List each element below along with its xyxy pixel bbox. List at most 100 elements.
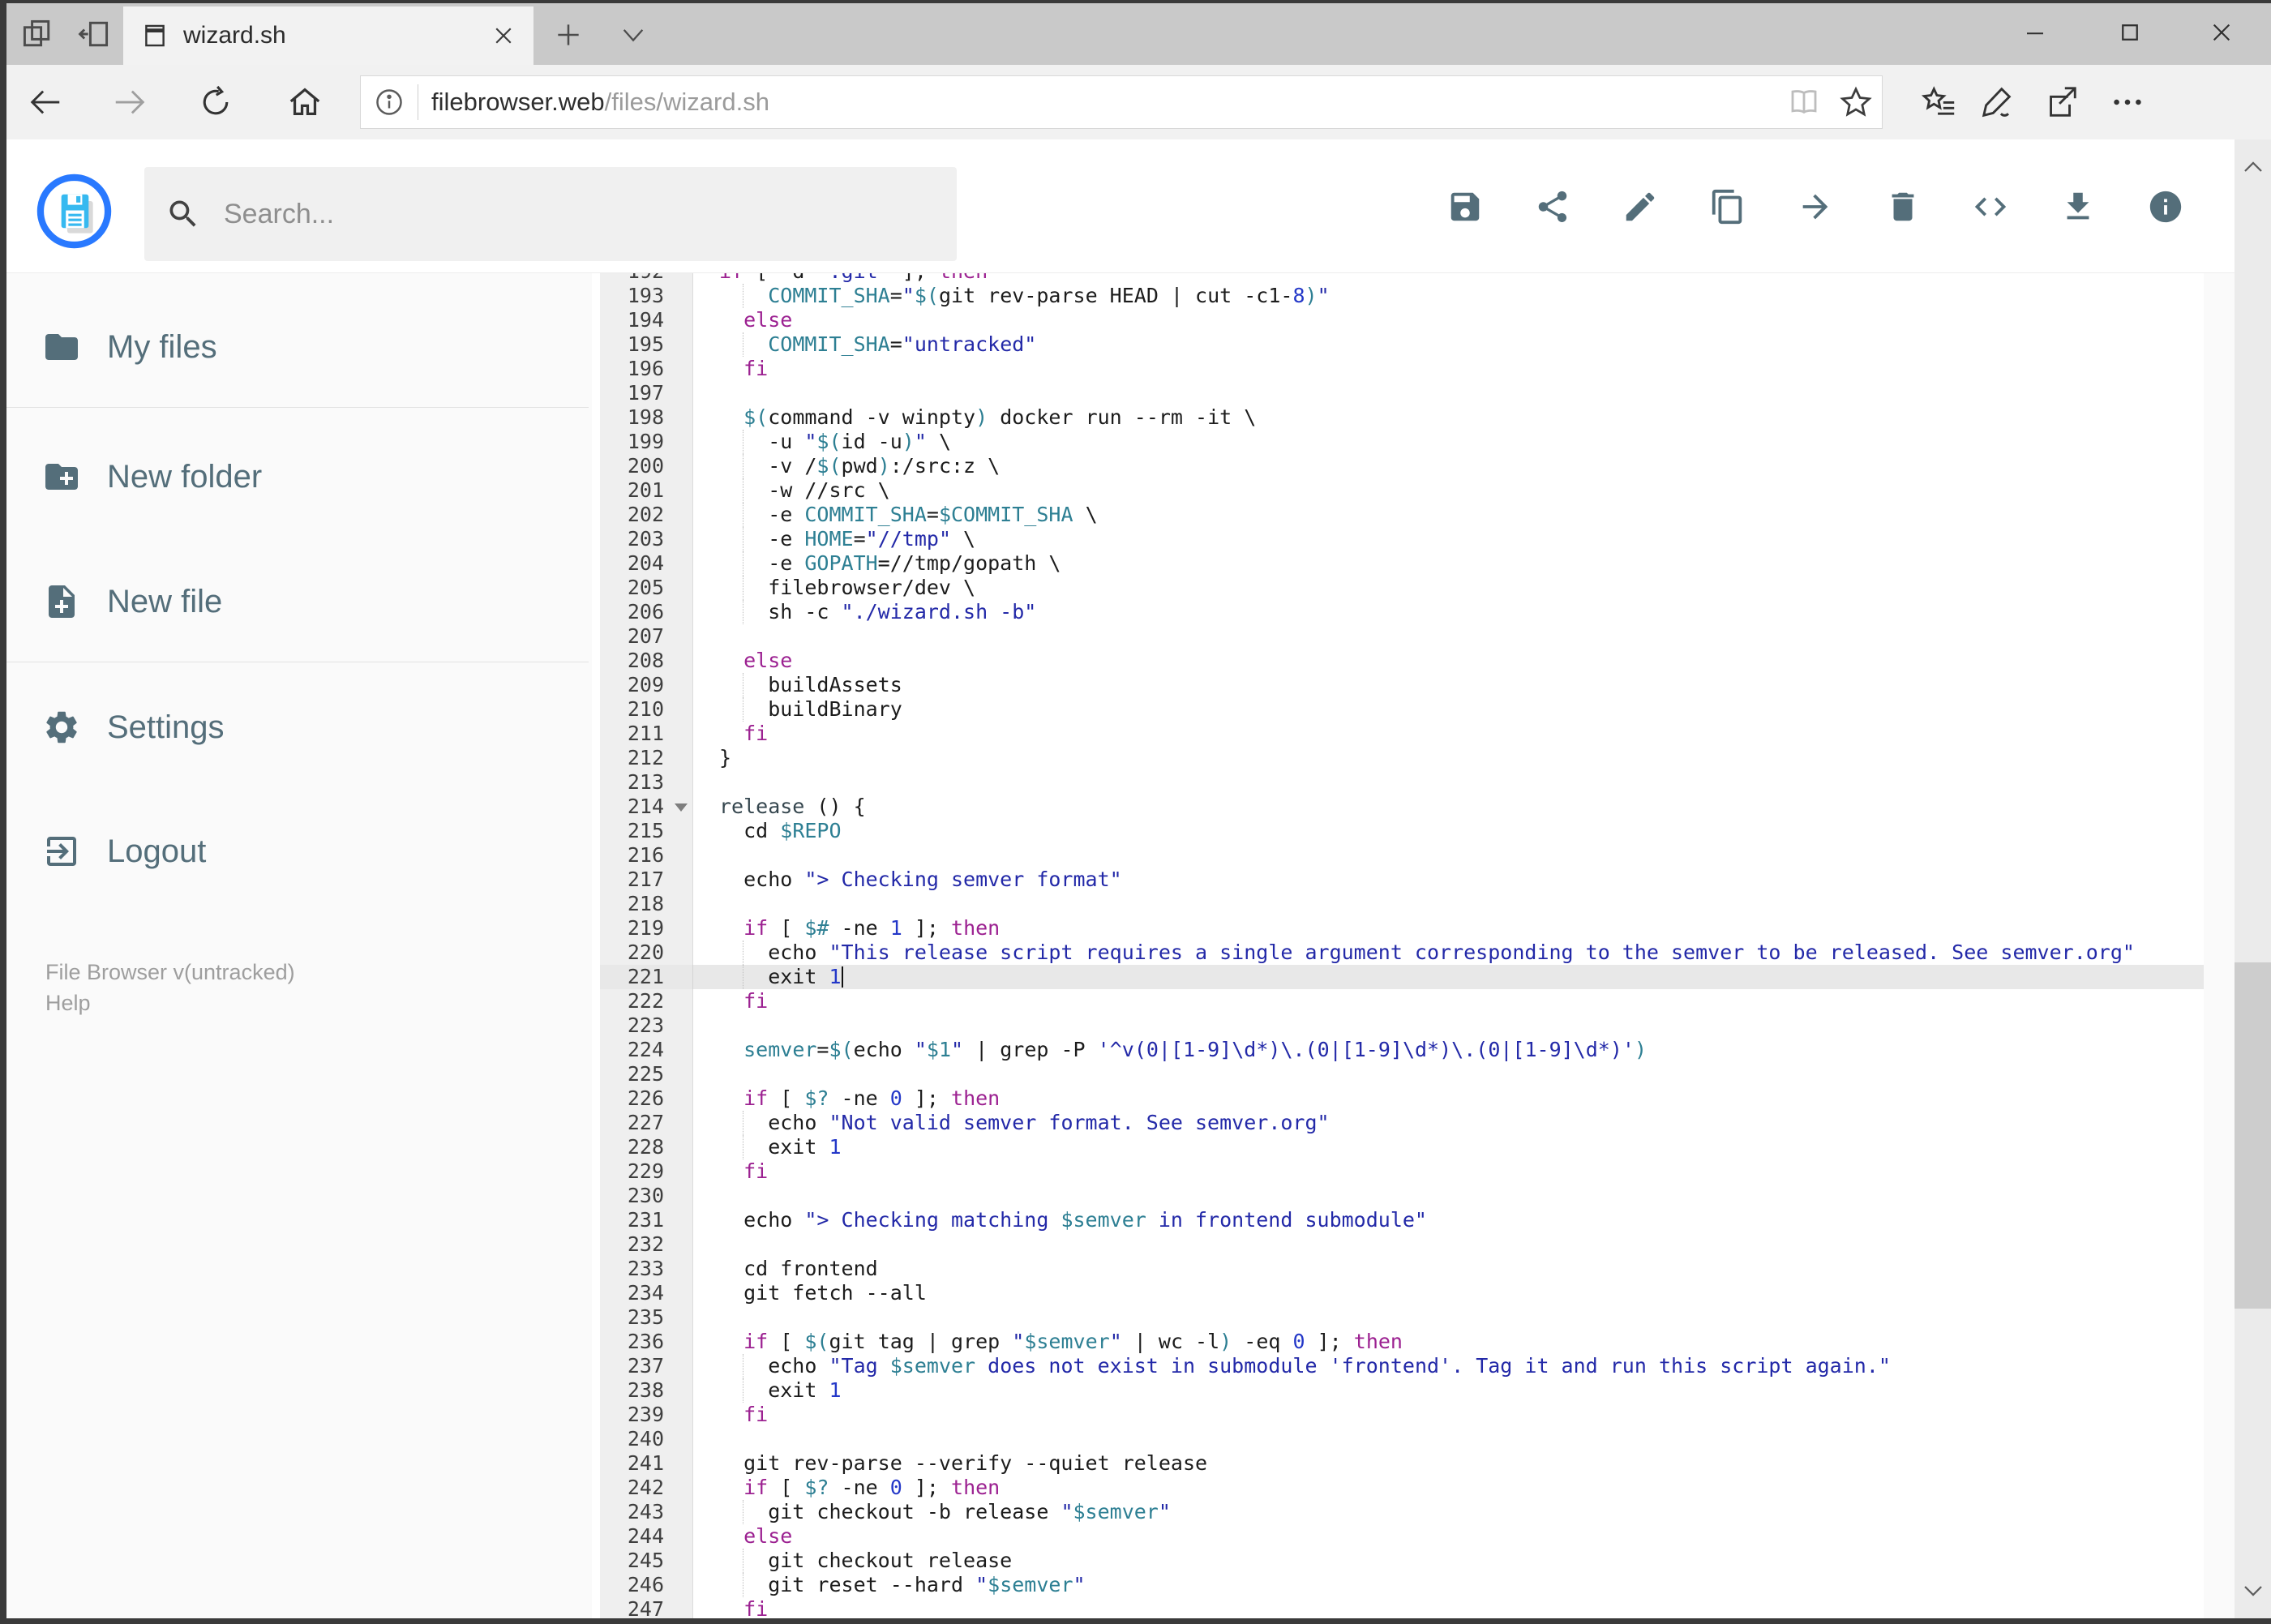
scroll-down-button[interactable]: [2235, 1568, 2271, 1613]
code-line-217[interactable]: 217 echo "> Checking semver format": [600, 868, 2204, 892]
code-line-227[interactable]: 227 echo "Not valid semver format. See s…: [600, 1111, 2204, 1135]
code-line-236[interactable]: 236 if [ $(git tag | grep "$semver" | wc…: [600, 1330, 2204, 1354]
code-button[interactable]: [1962, 164, 2019, 249]
code-line-200[interactable]: 200 -v /$(pwd):/src:z \: [600, 454, 2204, 478]
move-button[interactable]: [1787, 164, 1844, 249]
sidebar-item-my-files[interactable]: My files: [42, 324, 217, 370]
code-line-221[interactable]: 221 exit 1: [600, 965, 2204, 989]
code-line-203[interactable]: 203 -e HOME="//tmp" \: [600, 527, 2204, 551]
back-button[interactable]: [23, 79, 68, 125]
fold-arrow-icon[interactable]: [675, 803, 688, 812]
code-line-219[interactable]: 219 if [ $# -ne 1 ]; then: [600, 916, 2204, 941]
code-line-215[interactable]: 215 cd $REPO: [600, 819, 2204, 843]
save-button[interactable]: [1437, 164, 1493, 249]
copy-button[interactable]: [1699, 164, 1756, 249]
home-button[interactable]: [282, 79, 328, 125]
tab-list-button[interactable]: [619, 24, 647, 47]
code-line-208[interactable]: 208 else: [600, 649, 2204, 673]
close-window-button[interactable]: [2189, 3, 2254, 62]
maximize-button[interactable]: [2097, 3, 2162, 62]
sidebar-item-new-file[interactable]: New file: [42, 579, 222, 624]
favorite-star-icon[interactable]: [1830, 84, 1882, 120]
code-line-228[interactable]: 228 exit 1: [600, 1135, 2204, 1159]
code-line-205[interactable]: 205 filebrowser/dev \: [600, 576, 2204, 600]
code-line-235[interactable]: 235: [600, 1305, 2204, 1330]
forward-button[interactable]: [107, 79, 152, 125]
code-line-204[interactable]: 204 -e GOPATH=//tmp/gopath \: [600, 551, 2204, 576]
code-line-195[interactable]: 195 COMMIT_SHA="untracked": [600, 332, 2204, 357]
code-line-216[interactable]: 216: [600, 843, 2204, 868]
code-line-193[interactable]: 193 COMMIT_SHA="$(git rev-parse HEAD | c…: [600, 284, 2204, 308]
code-line-232[interactable]: 232: [600, 1232, 2204, 1257]
scroll-up-button[interactable]: [2235, 144, 2271, 190]
share-page-button[interactable]: [2037, 79, 2085, 125]
code-line-246[interactable]: 246 git reset --hard "$semver": [600, 1573, 2204, 1597]
scrollbar-thumb[interactable]: [2235, 962, 2271, 1309]
app-logo[interactable]: [36, 173, 113, 250]
restore-tabs-button[interactable]: [76, 16, 112, 52]
site-info-icon[interactable]: [361, 86, 418, 118]
code-line-240[interactable]: 240: [600, 1427, 2204, 1451]
sidebar-item-settings[interactable]: Settings: [42, 705, 225, 750]
reading-view-icon[interactable]: [1778, 85, 1830, 119]
code-line-234[interactable]: 234 git fetch --all: [600, 1281, 2204, 1305]
code-line-210[interactable]: 210 buildBinary: [600, 697, 2204, 722]
new-tab-button[interactable]: [553, 19, 584, 50]
refresh-button[interactable]: [193, 79, 238, 125]
code-line-213[interactable]: 213: [600, 770, 2204, 795]
more-menu-button[interactable]: [2103, 79, 2152, 125]
code-line-245[interactable]: 245 git checkout release: [600, 1549, 2204, 1573]
tab-close-button[interactable]: [491, 24, 516, 48]
sidebar-item-new-folder[interactable]: New folder: [42, 454, 262, 499]
code-line-237[interactable]: 237 echo "Tag $semver does not exist in …: [600, 1354, 2204, 1378]
code-line-192[interactable]: 192if [ -d ".git" ]; then: [600, 273, 2204, 284]
code-line-212[interactable]: 212}: [600, 746, 2204, 770]
code-line-207[interactable]: 207: [600, 624, 2204, 649]
search-box[interactable]: [144, 167, 957, 261]
code-line-222[interactable]: 222 fi: [600, 989, 2204, 1013]
code-line-233[interactable]: 233 cd frontend: [600, 1257, 2204, 1281]
search-input[interactable]: [224, 198, 936, 230]
code-line-238[interactable]: 238 exit 1: [600, 1378, 2204, 1403]
download-button[interactable]: [2050, 164, 2106, 249]
info-button[interactable]: [2137, 164, 2194, 249]
rename-button[interactable]: [1612, 164, 1669, 249]
code-line-198[interactable]: 198 $(command -v winpty) docker run --rm…: [600, 405, 2204, 430]
sidebar-help-link[interactable]: Help: [45, 988, 91, 1018]
code-line-243[interactable]: 243 git checkout -b release "$semver": [600, 1500, 2204, 1524]
web-note-button[interactable]: [1973, 79, 2022, 125]
code-line-194[interactable]: 194 else: [600, 308, 2204, 332]
code-line-244[interactable]: 244 else: [600, 1524, 2204, 1549]
code-line-209[interactable]: 209 buildAssets: [600, 673, 2204, 697]
code-line-239[interactable]: 239 fi: [600, 1403, 2204, 1427]
code-line-223[interactable]: 223: [600, 1013, 2204, 1038]
share-button[interactable]: [1524, 164, 1581, 249]
code-line-229[interactable]: 229 fi: [600, 1159, 2204, 1184]
code-line-247[interactable]: 247 fi: [600, 1597, 2204, 1618]
code-line-225[interactable]: 225: [600, 1062, 2204, 1086]
minimize-button[interactable]: [2003, 3, 2067, 62]
page-scrollbar[interactable]: [2235, 139, 2271, 1618]
code-line-226[interactable]: 226 if [ $? -ne 0 ]; then: [600, 1086, 2204, 1111]
code-line-206[interactable]: 206 sh -c "./wizard.sh -b": [600, 600, 2204, 624]
code-line-242[interactable]: 242 if [ $? -ne 0 ]; then: [600, 1476, 2204, 1500]
code-line-201[interactable]: 201 -w //src \: [600, 478, 2204, 503]
code-line-224[interactable]: 224 semver=$(echo "$1" | grep -P '^v(0|[…: [600, 1038, 2204, 1062]
code-line-196[interactable]: 196 fi: [600, 357, 2204, 381]
code-line-202[interactable]: 202 -e COMMIT_SHA=$COMMIT_SHA \: [600, 503, 2204, 527]
code-line-214[interactable]: 214 release () {: [600, 795, 2204, 819]
browser-tab[interactable]: wizard.sh: [123, 6, 533, 65]
code-line-197[interactable]: 197: [600, 381, 2204, 405]
code-line-230[interactable]: 230: [600, 1184, 2204, 1208]
code-line-199[interactable]: 199 -u "$(id -u)" \: [600, 430, 2204, 454]
code-line-218[interactable]: 218: [600, 892, 2204, 916]
url-field[interactable]: filebrowser.web/files/wizard.sh: [360, 75, 1883, 129]
delete-button[interactable]: [1875, 164, 1931, 249]
code-line-231[interactable]: 231 echo "> Checking matching $semver in…: [600, 1208, 2204, 1232]
set-aside-tabs-button[interactable]: [19, 16, 55, 52]
hub-favorites-button[interactable]: [1915, 79, 1964, 125]
code-line-241[interactable]: 241 git rev-parse --verify --quiet relea…: [600, 1451, 2204, 1476]
code-line-220[interactable]: 220 echo "This release script requires a…: [600, 941, 2204, 965]
code-editor[interactable]: 192if [ -d ".git" ]; then193 COMMIT_SHA=…: [592, 273, 2204, 1618]
code-line-211[interactable]: 211 fi: [600, 722, 2204, 746]
